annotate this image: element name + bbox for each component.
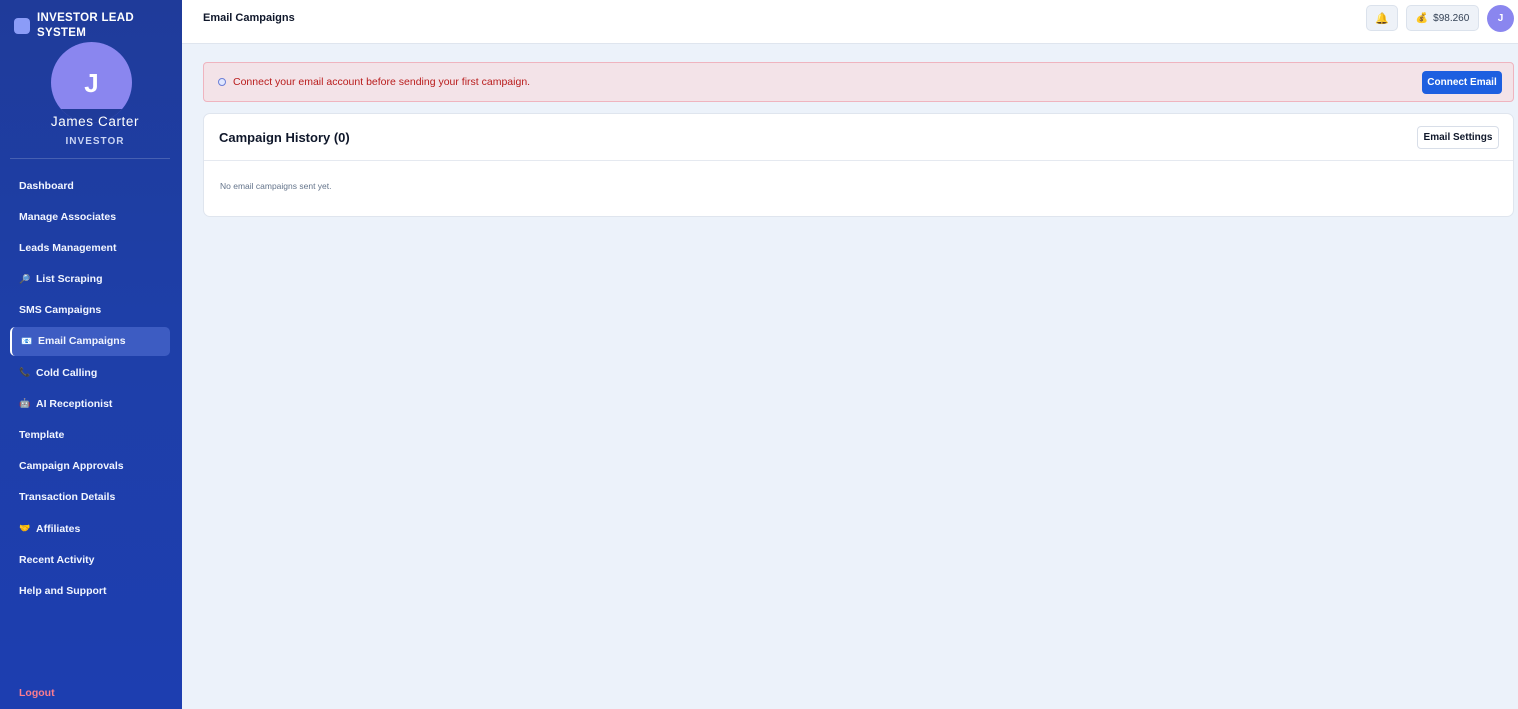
- sidebar-item-recent-activity[interactable]: Recent Activity: [10, 545, 170, 574]
- sidebar-item-label: Email Campaigns: [38, 335, 126, 348]
- sidebar-item-label: Template: [19, 429, 65, 441]
- sidebar-item-label: AI Receptionist: [36, 397, 113, 410]
- sidebar-item-dashboard[interactable]: Dashboard: [10, 171, 170, 200]
- profile-avatar-initial: J: [84, 68, 99, 98]
- connect-email-alert: Connect your email account before sendin…: [203, 62, 1514, 102]
- empty-state-message: No email campaigns sent yet.: [220, 181, 332, 191]
- sidebar-item-affiliates[interactable]: 🤝 Affiliates: [10, 514, 170, 543]
- sidebar-item-label: Transaction Details: [19, 491, 116, 504]
- sidebar-item-email-campaigns[interactable]: 📧 Email Campaigns: [10, 326, 170, 356]
- alert-message: Connect your email account before sendin…: [233, 76, 531, 88]
- phone-icon: 📞: [19, 367, 31, 378]
- sidebar-item-label: Dashboard: [19, 179, 74, 192]
- notifications-button[interactable]: 🔔: [1366, 5, 1398, 31]
- brand[interactable]: INVESTOR LEAD SYSTEM: [14, 11, 157, 41]
- email-icon: 📧: [21, 335, 33, 346]
- brand-logo-icon: [14, 18, 30, 34]
- connect-email-button[interactable]: Connect Email: [1422, 71, 1502, 94]
- profile-name: James Carter: [50, 114, 140, 129]
- sidebar-item-label: Campaign Approvals: [19, 460, 124, 473]
- wallet-balance-button[interactable]: 💰 $98.260: [1406, 5, 1479, 31]
- sidebar-item-label: Recent Activity: [19, 553, 95, 566]
- campaign-history-title: Campaign History (0): [219, 130, 350, 145]
- wallet-balance: $98.260: [1433, 12, 1470, 24]
- sidebar-item-transaction-details[interactable]: Transaction Details: [10, 483, 170, 512]
- sidebar-item-cold-calling[interactable]: 📞 Cold Calling: [10, 358, 170, 387]
- page-title: Email Campaigns: [203, 12, 295, 24]
- email-settings-button[interactable]: Email Settings: [1417, 126, 1499, 149]
- sidebar-item-label: Cold Calling: [36, 366, 98, 379]
- sidebar: INVESTOR LEAD SYSTEM J James Carter INVE…: [0, 0, 182, 709]
- user-avatar[interactable]: J: [1487, 5, 1514, 32]
- sidebar-item-list-scraping[interactable]: 🔎 List Scraping: [10, 265, 170, 294]
- sidebar-item-template[interactable]: Template: [10, 421, 170, 450]
- sidebar-item-label: List Scraping: [36, 273, 103, 286]
- sidebar-item-ai-receptionist[interactable]: 🤖 AI Receptionist: [10, 389, 170, 418]
- card-header: Campaign History (0) Email Settings: [204, 114, 1513, 161]
- info-icon: [218, 78, 226, 86]
- bell-icon: 🔔: [1375, 12, 1389, 25]
- profile-role: INVESTOR: [65, 136, 125, 147]
- money-bag-icon: 💰: [1415, 12, 1429, 24]
- handshake-icon: 🤝: [19, 523, 31, 534]
- sidebar-item-campaign-approvals[interactable]: Campaign Approvals: [10, 452, 170, 481]
- logout-link[interactable]: Logout: [19, 687, 55, 699]
- sidebar-item-leads-management[interactable]: Leads Management: [10, 233, 170, 262]
- sidebar-item-label: SMS Campaigns: [19, 304, 102, 317]
- brand-title: INVESTOR LEAD SYSTEM: [37, 12, 134, 39]
- sidebar-item-sms-campaigns[interactable]: SMS Campaigns: [10, 296, 170, 325]
- magnifier-icon: 🔎: [19, 273, 31, 284]
- sidebar-item-label: Help and Support: [19, 584, 107, 597]
- sidebar-divider: [10, 158, 170, 159]
- sidebar-item-help-and-support[interactable]: Help and Support: [10, 576, 170, 605]
- user-avatar-initial: J: [1497, 13, 1504, 24]
- campaign-history-card: Campaign History (0) Email Settings No e…: [203, 113, 1514, 217]
- sidebar-item-manage-associates[interactable]: Manage Associates: [10, 202, 170, 231]
- robot-icon: 🤖: [19, 398, 31, 409]
- sidebar-item-label: Affiliates: [36, 522, 81, 535]
- top-bar: Email Campaigns 🔔 💰 $98.260 J: [182, 0, 1518, 44]
- sidebar-nav: Dashboard Manage Associates Leads Manage…: [10, 171, 170, 608]
- sidebar-item-label: Leads Management: [19, 241, 117, 254]
- profile-avatar[interactable]: J: [51, 42, 132, 123]
- sidebar-item-label: Manage Associates: [19, 210, 117, 223]
